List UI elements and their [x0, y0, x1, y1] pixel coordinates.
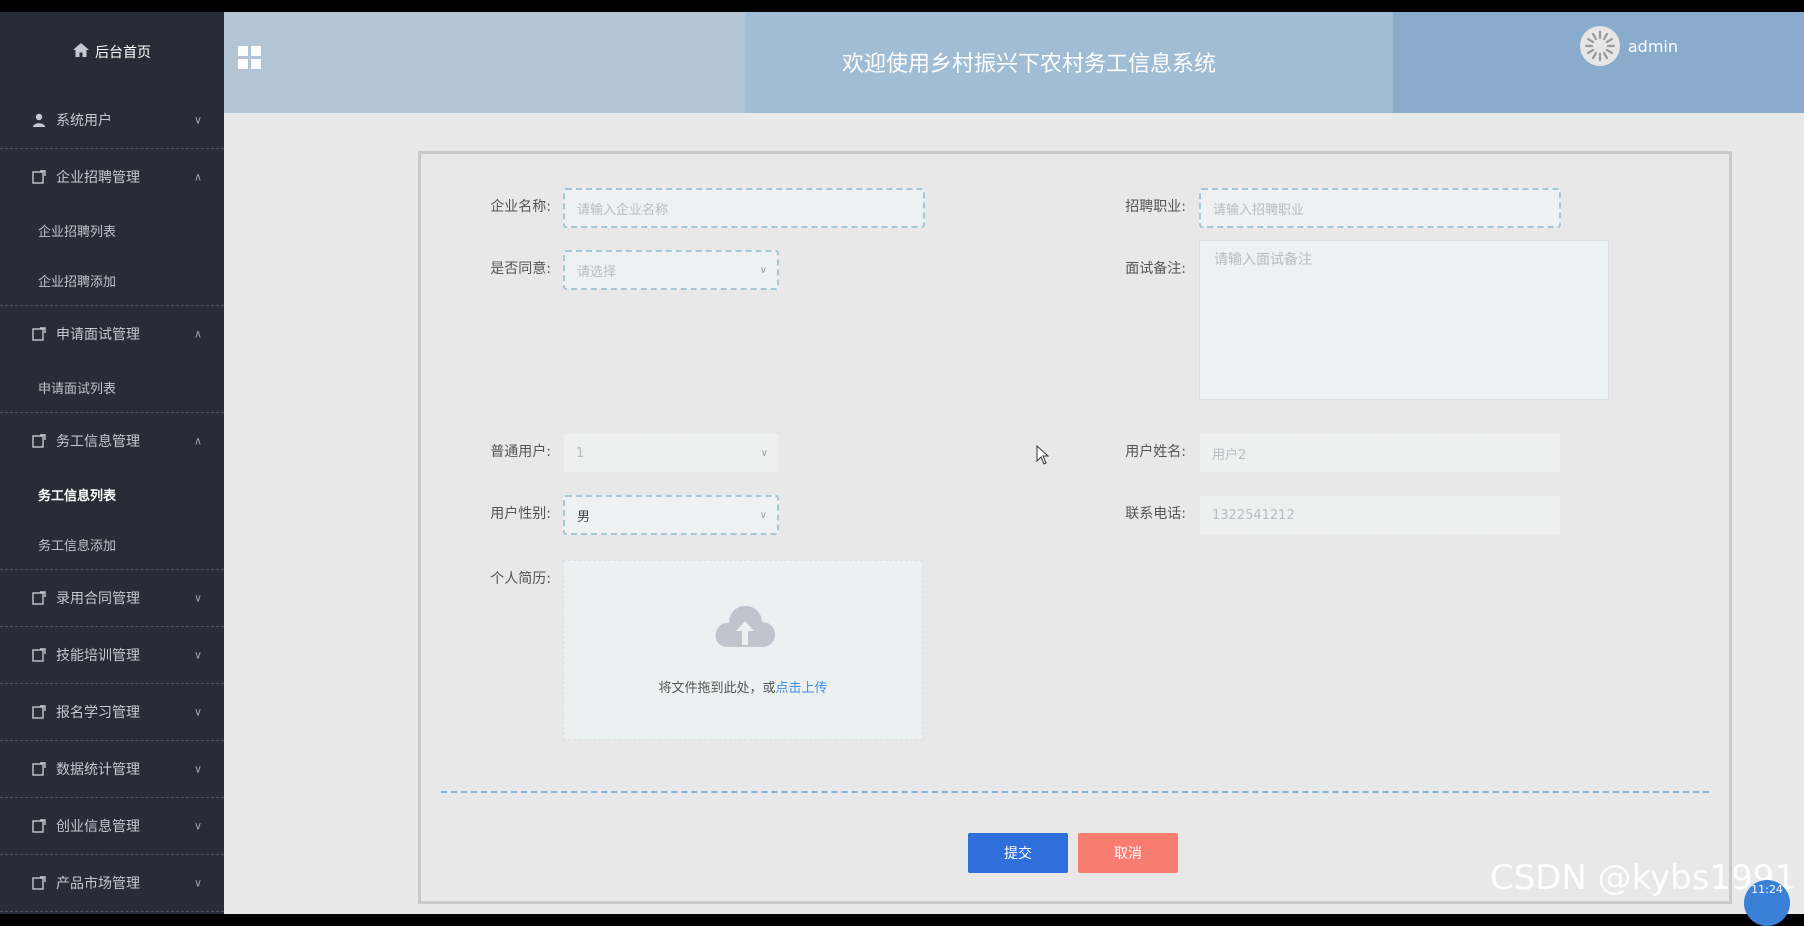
document-icon	[32, 819, 48, 833]
menu-head-label: 务工信息管理	[56, 434, 140, 450]
gender-select[interactable]: 男 ∨	[563, 495, 779, 535]
menu-head-label: 录用合同管理	[56, 591, 140, 607]
menu-head-contract[interactable]: 录用合同管理 ∨	[0, 570, 224, 626]
top-header: 欢迎使用乡村振兴下农村务工信息系统 admin	[224, 12, 1804, 113]
user-menu[interactable]: admin	[1579, 26, 1678, 66]
chevron-down-icon: ∨	[193, 819, 202, 833]
page-title: 欢迎使用乡村振兴下农村务工信息系统	[841, 52, 1216, 77]
sidebar-item-company-recruit-list[interactable]: 企业招聘列表	[0, 205, 224, 255]
document-icon	[32, 876, 48, 890]
chevron-up-icon: ∧	[193, 434, 202, 448]
chevron-down-icon: ∨	[193, 762, 202, 776]
sidebar-item-work-info-list[interactable]: 务工信息列表	[0, 469, 224, 519]
chevron-down-icon: ∨	[759, 509, 767, 521]
time-badge: 11:24	[1744, 880, 1790, 926]
chevron-down-icon: ∨	[193, 876, 202, 890]
user-name-input: 用户2	[1199, 433, 1561, 473]
chevron-up-icon: ∧	[193, 327, 202, 341]
chevron-up-icon: ∧	[193, 170, 202, 184]
job-input[interactable]: 请输入招聘职业	[1199, 188, 1561, 228]
sidebar: 后台首页 系统用户 ∨ 企业招聘管理 ∧ 企业招聘列表 企业招聘添加 申请面试管…	[0, 12, 224, 914]
phone-input: 1322541212	[1199, 495, 1561, 535]
menu-head-startup[interactable]: 创业信息管理 ∨	[0, 798, 224, 854]
menu-head-system-user[interactable]: 系统用户 ∨	[0, 92, 224, 148]
phone-label: 联系电话:	[1125, 506, 1186, 522]
cloud-upload-icon	[715, 605, 776, 647]
upload-link[interactable]: 点击上传	[776, 681, 828, 696]
chevron-down-icon: ∨	[760, 447, 768, 459]
avatar	[1579, 26, 1620, 66]
document-icon	[32, 170, 48, 184]
menu-head-label: 报名学习管理	[56, 705, 140, 721]
menu-group-contract: 录用合同管理 ∨	[0, 570, 224, 627]
document-icon	[32, 591, 48, 605]
company-name-input[interactable]: 请输入企业名称	[563, 188, 925, 228]
menu-group-enroll: 报名学习管理 ∨	[0, 684, 224, 741]
menu-head-label: 申请面试管理	[56, 327, 140, 343]
resume-label: 个人简历:	[490, 571, 551, 587]
user-icon	[32, 113, 48, 127]
chevron-down-icon: ∨	[193, 705, 202, 719]
menu-head-label: 企业招聘管理	[56, 170, 140, 186]
menu-group-company-recruit: 企业招聘管理 ∧ 企业招聘列表 企业招聘添加	[0, 149, 224, 306]
user-name-label: 用户姓名:	[1125, 444, 1186, 460]
chevron-down-icon: ∨	[193, 591, 202, 605]
home-icon	[73, 43, 89, 61]
menu-group-system-user: 系统用户 ∨	[0, 92, 224, 149]
normal-user-label: 普通用户:	[490, 444, 551, 460]
submit-button[interactable]: 提交	[968, 833, 1068, 873]
menu-head-label: 数据统计管理	[56, 762, 140, 778]
menu-head-label: 产品市场管理	[56, 876, 140, 892]
menu-group-stats: 数据统计管理 ∨	[0, 741, 224, 798]
interview-note-label: 面试备注:	[1125, 261, 1186, 277]
mouse-cursor-icon	[1036, 444, 1050, 469]
menu-group-market: 产品市场管理 ∨	[0, 855, 224, 912]
menu-head-work-info[interactable]: 务工信息管理 ∧	[0, 413, 224, 469]
document-icon	[32, 648, 48, 662]
company-name-label: 企业名称:	[490, 199, 551, 215]
form-divider	[441, 791, 1709, 793]
menu-head-label: 系统用户	[56, 113, 112, 129]
sidebar-home-label: 后台首页	[95, 45, 151, 61]
menu-head-label: 技能培训管理	[56, 648, 140, 664]
menu-head-interview[interactable]: 申请面试管理 ∧	[0, 306, 224, 362]
menu-head-training[interactable]: 技能培训管理 ∨	[0, 627, 224, 683]
menu-head-stats[interactable]: 数据统计管理 ∨	[0, 741, 224, 797]
menu-head-company-recruit[interactable]: 企业招聘管理 ∧	[0, 149, 224, 205]
sidebar-item-company-recruit-add[interactable]: 企业招聘添加	[0, 255, 224, 305]
document-icon	[32, 705, 48, 719]
sidebar-item-interview-list[interactable]: 申请面试列表	[0, 362, 224, 412]
resume-upload-dropzone[interactable]: 将文件拖到此处，或点击上传	[563, 560, 923, 740]
username: admin	[1627, 36, 1678, 56]
agree-label: 是否同意:	[490, 261, 551, 277]
chevron-down-icon: ∨	[193, 648, 202, 662]
form-card: 企业名称: 请输入企业名称 招聘职业: 请输入招聘职业 是否同意: 请选择 ∨ …	[418, 151, 1732, 904]
gender-label: 用户性别:	[490, 506, 551, 522]
interview-note-textarea[interactable]: 请输入面试备注	[1199, 240, 1609, 400]
chevron-down-icon: ∨	[759, 264, 767, 276]
sidebar-home[interactable]: 后台首页	[0, 12, 224, 92]
agree-select[interactable]: 请选择 ∨	[563, 250, 779, 290]
normal-user-select: 1 ∨	[563, 433, 779, 473]
menu-group-startup: 创业信息管理 ∨	[0, 798, 224, 855]
menu-group-training: 技能培训管理 ∨	[0, 627, 224, 684]
menu-head-market[interactable]: 产品市场管理 ∨	[0, 855, 224, 911]
document-icon	[32, 762, 48, 776]
chevron-down-icon: ∨	[193, 113, 202, 127]
document-icon	[32, 327, 48, 341]
app-window: 后台首页 系统用户 ∨ 企业招聘管理 ∧ 企业招聘列表 企业招聘添加 申请面试管…	[0, 12, 1804, 926]
cancel-button[interactable]: 取消	[1078, 833, 1178, 873]
menu-group-interview: 申请面试管理 ∧ 申请面试列表	[0, 306, 224, 413]
job-label: 招聘职业:	[1125, 199, 1186, 215]
document-icon	[32, 434, 48, 448]
menu-group-work-info: 务工信息管理 ∧ 务工信息列表 务工信息添加	[0, 413, 224, 570]
upload-hint: 将文件拖到此处，或点击上传	[658, 681, 828, 696]
menu-head-label: 创业信息管理	[56, 819, 140, 835]
sidebar-item-work-info-add[interactable]: 务工信息添加	[0, 519, 224, 569]
menu-head-enroll[interactable]: 报名学习管理 ∨	[0, 684, 224, 740]
